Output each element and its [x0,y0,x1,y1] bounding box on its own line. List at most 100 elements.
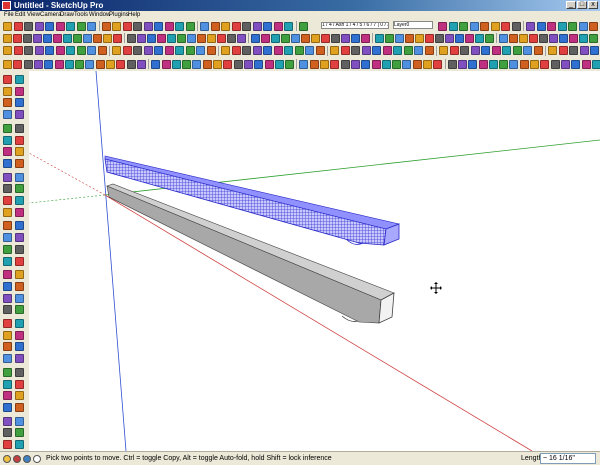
protractor-icon[interactable] [488,59,498,69]
menu-tools[interactable]: Tools [74,11,88,20]
next-view-icon[interactable] [251,33,260,43]
next-view-icon[interactable] [490,21,500,31]
orbit-icon[interactable] [15,391,24,401]
axes-icon[interactable] [175,46,184,55]
rectangle-icon[interactable] [3,46,12,55]
next-view-icon[interactable] [263,46,272,55]
circle-icon[interactable] [15,293,24,303]
menu-edit[interactable]: Edit [15,11,25,20]
3d-text-icon[interactable] [185,21,195,31]
text-icon[interactable] [164,46,174,55]
line-icon[interactable] [3,293,12,303]
dimension-icon[interactable] [143,21,153,31]
rectangle-icon[interactable] [340,59,350,69]
polygon-icon[interactable] [393,46,402,55]
text-icon[interactable] [164,21,174,31]
sketchup-app-icon[interactable] [2,1,11,10]
zoom-window-icon[interactable] [560,59,570,69]
walk-icon[interactable] [15,244,24,254]
zoom-icon[interactable] [550,59,560,69]
3d-text-icon[interactable] [3,391,12,401]
move-icon[interactable] [402,59,412,69]
follow-me-icon[interactable] [93,33,102,43]
dimension-icon[interactable] [3,367,12,377]
protractor-icon[interactable] [151,59,161,69]
arc-icon[interactable] [34,21,44,31]
rectangle-icon[interactable] [3,33,12,43]
3d-text-icon[interactable] [509,33,518,43]
position-camera-icon[interactable] [589,33,598,43]
menu-view[interactable]: View [27,11,40,20]
arc-icon[interactable] [3,110,12,120]
user-icon[interactable] [23,455,31,463]
zoom-icon[interactable] [221,46,230,55]
polygon-icon[interactable] [375,33,384,43]
tape-measure-icon[interactable] [481,46,490,55]
dimension-icon[interactable] [3,172,12,182]
menu-plugins[interactable]: Plugins [109,11,129,20]
text-icon[interactable] [161,59,171,69]
zoom-icon[interactable] [207,33,216,43]
previous-view-icon[interactable] [252,46,262,55]
minimize-button[interactable]: _ [566,1,576,9]
freehand-icon[interactable] [3,319,12,328]
pan-icon[interactable] [540,59,550,69]
maximize-button[interactable]: □ [577,1,587,9]
arc-icon[interactable] [33,59,43,69]
previous-view-icon[interactable] [569,33,578,43]
dimension-icon[interactable] [143,46,153,55]
zoom-icon[interactable] [569,46,578,55]
offset-icon[interactable] [445,33,454,43]
look-around-icon[interactable] [298,21,308,31]
position-camera-icon[interactable] [3,244,12,254]
section-plane-icon[interactable] [15,256,24,266]
push-pull-icon[interactable] [405,33,414,43]
next-view-icon[interactable] [254,59,264,69]
offset-icon[interactable] [470,46,480,55]
walk-icon[interactable] [284,21,293,31]
circle-icon[interactable] [24,46,33,55]
next-view-icon[interactable] [591,59,600,69]
protractor-icon[interactable] [147,33,156,43]
zoom-window-icon[interactable] [3,416,12,426]
move-icon[interactable] [63,33,72,43]
arc-icon[interactable] [3,305,12,315]
rectangle-icon[interactable] [3,59,12,69]
offset-icon[interactable] [122,46,132,55]
next-view-icon[interactable] [15,428,24,438]
scale-icon[interactable] [460,46,469,55]
layer-dropdown[interactable]: Layer0 [393,21,433,29]
position-camera-icon[interactable] [273,46,283,55]
next-view-icon[interactable] [263,21,272,31]
offset-icon[interactable] [3,158,12,168]
rectangle-icon[interactable] [578,21,588,31]
menu-window[interactable]: Window [89,11,110,20]
pan-icon[interactable] [197,33,206,43]
axes-icon[interactable] [15,379,24,389]
push-pull-icon[interactable] [3,135,12,145]
move-icon[interactable] [395,33,404,43]
move-icon[interactable] [66,46,75,55]
pan-icon[interactable] [3,402,12,412]
help-icon[interactable] [33,455,41,463]
offset-icon[interactable] [116,59,126,69]
next-view-icon[interactable] [579,33,588,43]
menu-file[interactable]: File [4,11,14,20]
select-icon[interactable] [3,270,12,280]
dimension-icon[interactable] [491,46,501,55]
dimension-icon[interactable] [136,59,146,69]
axes-icon[interactable] [171,59,181,69]
push-pull-icon[interactable] [76,21,86,31]
section-plane-icon[interactable] [305,46,314,55]
orbit-icon[interactable] [196,46,205,55]
polygon-icon[interactable] [43,33,52,43]
tape-measure-icon[interactable] [133,46,142,55]
close-button[interactable]: x [588,1,598,9]
line-icon[interactable] [350,59,360,69]
freehand-icon[interactable] [3,123,12,133]
rotate-icon[interactable] [87,46,96,55]
pan-icon[interactable] [3,207,12,217]
pan-icon[interactable] [210,21,220,31]
orbit-icon[interactable] [200,21,209,31]
zoom-window-icon[interactable] [223,59,233,69]
